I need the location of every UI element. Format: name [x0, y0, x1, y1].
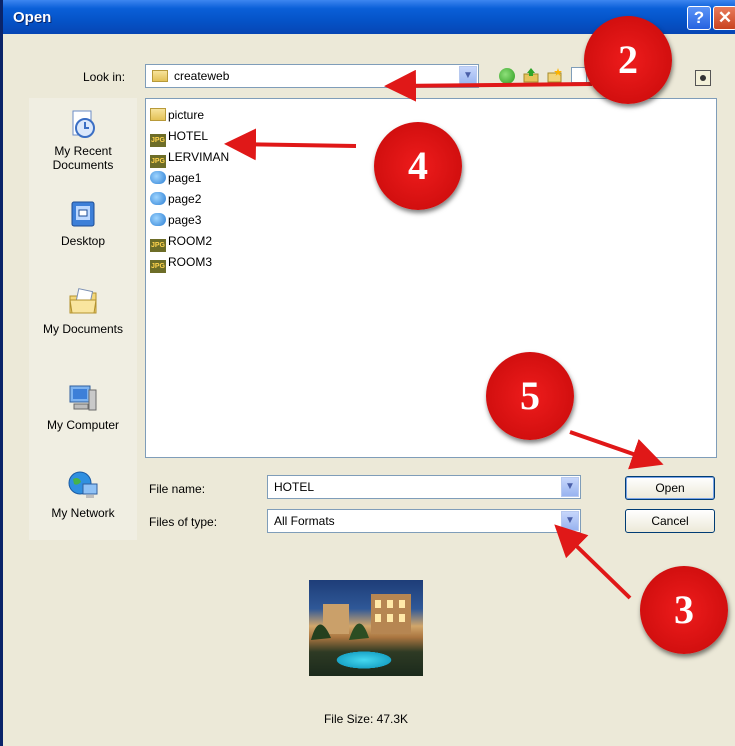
step-marker-3: 3	[640, 566, 728, 654]
step-marker-4: 4	[374, 122, 462, 210]
arrow-5	[569, 430, 664, 470]
arrow-4	[224, 128, 357, 161]
step-marker-5: 5	[486, 352, 574, 440]
annotation-arrows	[224, 69, 664, 600]
arrow-3	[554, 524, 632, 600]
arrow-2	[384, 69, 593, 102]
step-marker-2: 2	[584, 16, 672, 104]
